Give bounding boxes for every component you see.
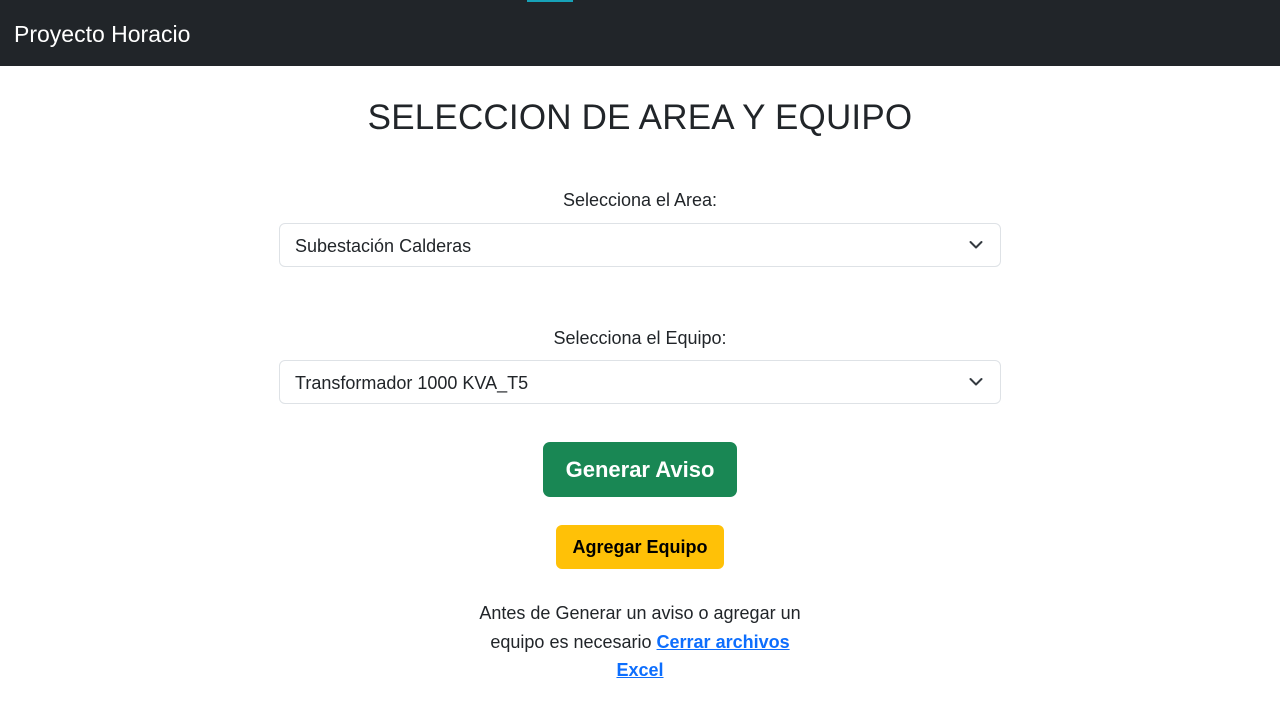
generate-aviso-button[interactable]: Generar Aviso bbox=[543, 442, 737, 497]
chevron-down-icon bbox=[969, 378, 983, 386]
close-excel-link-part1[interactable]: Cerrar archivos bbox=[657, 632, 790, 652]
area-label: Selecciona el Area: bbox=[562, 190, 718, 210]
equipo-select-value: Transformador 1000 KVA_T5 bbox=[295, 373, 529, 393]
notice-line2: equipo es necesario bbox=[490, 631, 652, 652]
equipo-label: Selecciona el Equipo: bbox=[553, 328, 727, 348]
area-select[interactable]: Subestación Calderas bbox=[279, 223, 1001, 267]
equipo-select[interactable]: Transformador 1000 KVA_T5 bbox=[279, 360, 1001, 404]
navbar: Proyecto Horacio bbox=[0, 0, 1280, 66]
close-excel-link-part2[interactable]: Excel bbox=[616, 660, 663, 680]
chevron-down-icon bbox=[969, 241, 983, 249]
add-equipo-button[interactable]: Agregar Equipo bbox=[556, 525, 724, 569]
notice-text: Antes de Generar un aviso o agregar un e… bbox=[460, 599, 820, 685]
nav-active-indicator bbox=[527, 0, 573, 2]
notice-line1: Antes de Generar un aviso o agregar un bbox=[479, 603, 801, 623]
navbar-brand[interactable]: Proyecto Horacio bbox=[14, 19, 190, 49]
area-select-value: Subestación Calderas bbox=[295, 236, 472, 256]
page-title: SELECCION DE AREA Y EQUIPO bbox=[367, 98, 913, 137]
